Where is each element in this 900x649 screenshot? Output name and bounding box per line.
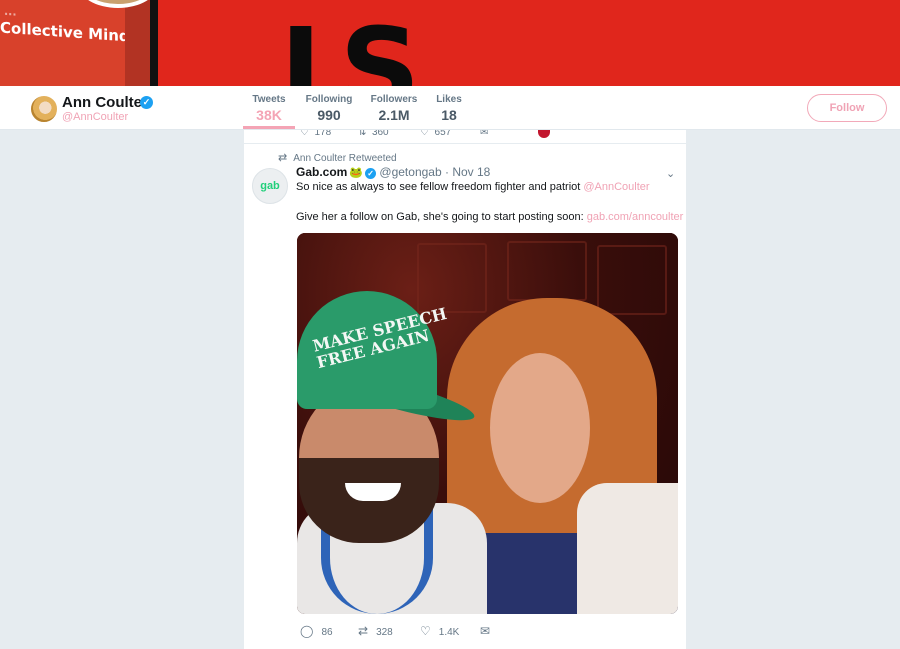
retweet-button[interactable]: ⇄ 328 bbox=[358, 624, 393, 638]
previous-likes: 657 bbox=[434, 130, 452, 138]
tab-followers[interactable]: Followers 2.1M bbox=[369, 94, 419, 123]
reply-icon: ◯ bbox=[300, 624, 314, 638]
mention-link[interactable]: @AnnCoulter bbox=[583, 181, 649, 193]
reply-button[interactable]: ◯ 86 bbox=[300, 624, 333, 638]
retweet-count: 328 bbox=[376, 627, 393, 638]
profile-handle[interactable]: @AnnCoulter bbox=[62, 111, 128, 123]
previous-retweet-count[interactable]: ⇅ 360 bbox=[358, 130, 389, 138]
stat-label-following: Following bbox=[305, 94, 353, 105]
verified-badge-icon: ✓ bbox=[140, 96, 153, 109]
verified-badge-icon: ✓ bbox=[365, 168, 377, 179]
stat-label-followers: Followers bbox=[370, 94, 418, 105]
previous-replies: 178 bbox=[314, 130, 332, 138]
previous-like-count[interactable]: ♡ 657 bbox=[420, 130, 451, 138]
photo-wall-panel bbox=[417, 243, 487, 313]
tweet-actions: ◯ 86 ⇄ 328 ♡ 1.4K ✉ bbox=[244, 620, 686, 644]
follow-button[interactable]: Follow bbox=[807, 94, 887, 122]
previous-dm-icon[interactable]: ✉ bbox=[480, 130, 488, 138]
reply-count: 86 bbox=[321, 627, 333, 638]
photo-wall-panel bbox=[597, 245, 667, 315]
photo-woman-face bbox=[490, 353, 590, 503]
tab-following[interactable]: Following 990 bbox=[303, 94, 355, 123]
gab-avatar[interactable]: gab bbox=[252, 168, 288, 204]
tab-likes[interactable]: Likes 18 bbox=[432, 94, 466, 123]
stat-label-likes: Likes bbox=[436, 94, 462, 105]
direct-message-button[interactable]: ✉ bbox=[480, 624, 498, 638]
profile-nav-bar: Ann Coulter ✓ @AnnCoulter Tweets 38K Fol… bbox=[0, 86, 900, 130]
envelope-icon: ✉ bbox=[480, 624, 491, 638]
photo-wall-panel bbox=[507, 241, 587, 301]
tweet-author-handle[interactable]: @getongab bbox=[379, 165, 441, 179]
previous-retweets: 360 bbox=[371, 130, 389, 138]
gab-link[interactable]: gab.com/anncoulter bbox=[587, 211, 684, 223]
notification-icon[interactable] bbox=[538, 130, 550, 138]
retweet-icon: ⇄ bbox=[358, 624, 369, 638]
tweet-text-part-1: So nice as always to see fellow freedom … bbox=[296, 181, 584, 193]
previous-reply-count[interactable]: ♡ 178 bbox=[300, 130, 331, 138]
tweet-text-part-2: Give her a follow on Gab, she's going to… bbox=[296, 211, 587, 223]
previous-tweet-actions: ♡ 178 ⇅ 360 ♡ 657 ✉ bbox=[244, 130, 686, 144]
tab-tweets[interactable]: Tweets 38K bbox=[244, 94, 294, 123]
profile-name[interactable]: Ann Coulter bbox=[62, 94, 148, 111]
retweet-context: ⇄ Ann Coulter Retweeted bbox=[278, 151, 397, 164]
chevron-down-icon[interactable]: ⌄ bbox=[666, 167, 675, 180]
heart-icon: ♡ bbox=[420, 624, 431, 638]
profile-banner: ... Collective Mind IS FILTH bbox=[0, 0, 900, 86]
stat-value-likes: 18 bbox=[441, 107, 457, 123]
stat-label-tweets: Tweets bbox=[252, 94, 286, 105]
tweet-text-line-1: So nice as always to see fellow freedom … bbox=[296, 181, 650, 193]
stat-value-followers: 2.1M bbox=[378, 107, 410, 123]
stat-value-following: 990 bbox=[317, 107, 341, 123]
frog-emoji-icon: 🐸 bbox=[349, 167, 364, 179]
like-count: 1.4K bbox=[438, 627, 460, 638]
tweet-author-name[interactable]: Gab.com bbox=[296, 165, 347, 179]
like-button[interactable]: ♡ 1.4K bbox=[420, 624, 459, 638]
banner-divider bbox=[125, 0, 150, 86]
timeline: ♡ 178 ⇅ 360 ♡ 657 ✉ ⇄ Ann Coulter Retweet… bbox=[244, 130, 686, 649]
active-tab-indicator bbox=[243, 126, 295, 129]
banner-headline: IS FILTH bbox=[280, 5, 439, 86]
tweet-date[interactable]: · Nov 18 bbox=[445, 165, 490, 179]
retweeted-by-text[interactable]: Ann Coulter Retweeted bbox=[293, 153, 396, 164]
tweet-photo[interactable]: MAKE SPEECH FREE AGAIN bbox=[297, 233, 678, 614]
tweet-text-line-2: Give her a follow on Gab, she's going to… bbox=[296, 211, 683, 223]
stat-value-tweets: 38K bbox=[256, 107, 282, 123]
tweet-header: Gab.com 🐸 ✓ @getongab · Nov 18 bbox=[296, 165, 490, 179]
photo-woman-cardigan bbox=[577, 483, 678, 614]
avatar[interactable] bbox=[29, 94, 59, 124]
retweet-icon: ⇄ bbox=[278, 152, 288, 164]
